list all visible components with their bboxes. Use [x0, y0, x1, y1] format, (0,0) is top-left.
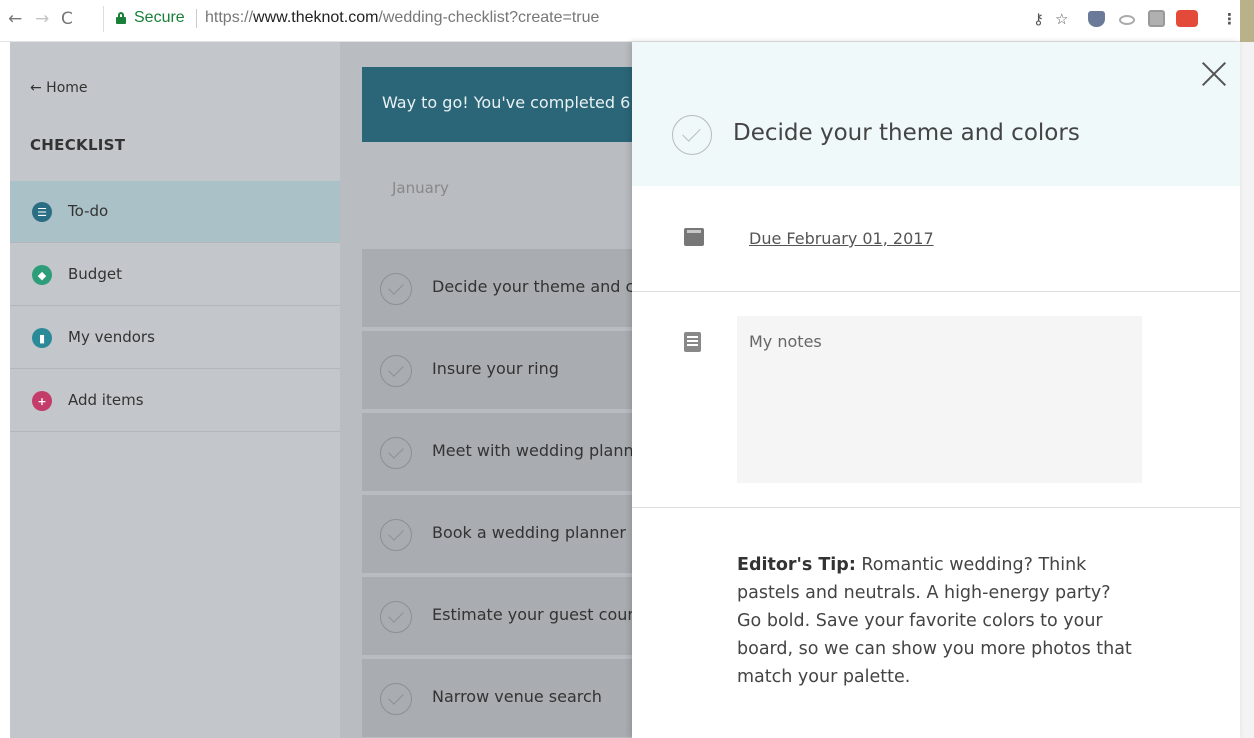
home-link[interactable]: ← Home — [30, 80, 88, 96]
reload-button[interactable]: C — [61, 9, 73, 29]
task-row[interactable]: Narrow venue search — [362, 659, 632, 737]
task-row[interactable]: Meet with wedding planners — [362, 413, 632, 491]
sidebar-item-todo[interactable]: ☰ To-do — [10, 181, 340, 243]
task-label: Insure your ring — [432, 359, 559, 378]
eye-extension-icon[interactable] — [1119, 15, 1135, 25]
browser-toolbar: ← → C Secure https://www.theknot.com/wed… — [0, 0, 1254, 42]
complete-checkmark-icon[interactable] — [672, 115, 712, 155]
task-row[interactable]: Book a wedding planner — [362, 495, 632, 573]
bookmark-icon: ▮ — [32, 328, 52, 348]
plus-icon: + — [32, 391, 52, 411]
sidebar-item-label: To-do — [68, 202, 109, 220]
address-bar[interactable]: Secure https://www.theknot.com/wedding-c… — [103, 6, 643, 32]
lock-icon — [116, 12, 126, 24]
sidebar-item-add-items[interactable]: + Add items — [10, 370, 340, 432]
checkmark-icon[interactable] — [380, 683, 412, 715]
background-window-edge — [1240, 42, 1254, 738]
checkmark-icon[interactable] — [380, 601, 412, 633]
tag-icon: ◆ — [32, 265, 52, 285]
task-label: Narrow venue search — [432, 687, 602, 706]
task-row[interactable]: Insure your ring — [362, 331, 632, 409]
task-label: Estimate your guest count — [432, 605, 632, 624]
calendar-icon — [684, 228, 704, 246]
url-text[interactable]: https://www.theknot.com/wedding-checklis… — [205, 9, 599, 27]
task-row[interactable]: Decide your theme and colors — [362, 249, 632, 327]
task-row[interactable]: Estimate your guest count — [362, 577, 632, 655]
sidebar-item-label: Budget — [68, 265, 122, 283]
sidebar-title: CHECKLIST — [30, 136, 126, 154]
checkmark-icon[interactable] — [380, 273, 412, 305]
notes-icon — [684, 332, 701, 352]
key-icon[interactable]: ⚷ — [1033, 10, 1044, 28]
tip-label: Editor's Tip: — [737, 555, 856, 575]
sidebar-item-my-vendors[interactable]: ▮ My vendors — [10, 307, 340, 369]
background-window-edge — [1240, 0, 1254, 42]
panel-header: Decide your theme and colors — [632, 42, 1240, 186]
month-heading: January — [392, 179, 449, 197]
task-title: Decide your theme and colors — [733, 120, 1080, 146]
task-label: Book a wedding planner — [432, 523, 626, 542]
browser-menu-button[interactable]: ⋮ — [1222, 10, 1237, 28]
due-date-link[interactable]: Due February 01, 2017 — [749, 229, 934, 248]
red-extension-icon[interactable] — [1176, 10, 1198, 27]
extension-icon[interactable] — [1148, 10, 1165, 27]
back-button[interactable]: ← — [8, 9, 22, 29]
editors-tip: Editor's Tip: Romantic wedding? Think pa… — [737, 551, 1132, 691]
task-label: Decide your theme and colors — [432, 277, 632, 296]
checkmark-icon[interactable] — [380, 437, 412, 469]
forward-button[interactable]: → — [35, 9, 49, 29]
sidebar: ← Home CHECKLIST ☰ To-do ◆ Budget ▮ My v… — [10, 42, 340, 738]
bookmark-star-icon[interactable]: ☆ — [1055, 10, 1068, 28]
sidebar-item-label: My vendors — [68, 328, 155, 346]
address-divider — [196, 9, 197, 28]
divider — [632, 507, 1240, 508]
task-label: Meet with wedding planners — [432, 441, 632, 460]
checkmark-icon[interactable] — [380, 355, 412, 387]
secure-label: Secure — [134, 9, 185, 26]
pocket-extension-icon[interactable] — [1088, 11, 1105, 27]
list-icon: ☰ — [32, 202, 52, 222]
checkmark-icon[interactable] — [380, 519, 412, 551]
notes-field[interactable] — [737, 316, 1142, 483]
close-icon[interactable] — [1200, 60, 1228, 88]
task-detail-panel: Decide your theme and colors Due Februar… — [632, 42, 1240, 738]
sidebar-item-budget[interactable]: ◆ Budget — [10, 244, 340, 306]
checklist-main: Way to go! You've completed 6 January De… — [340, 42, 632, 738]
divider — [632, 291, 1240, 292]
progress-banner: Way to go! You've completed 6 — [362, 67, 632, 142]
sidebar-item-label: Add items — [68, 391, 144, 409]
